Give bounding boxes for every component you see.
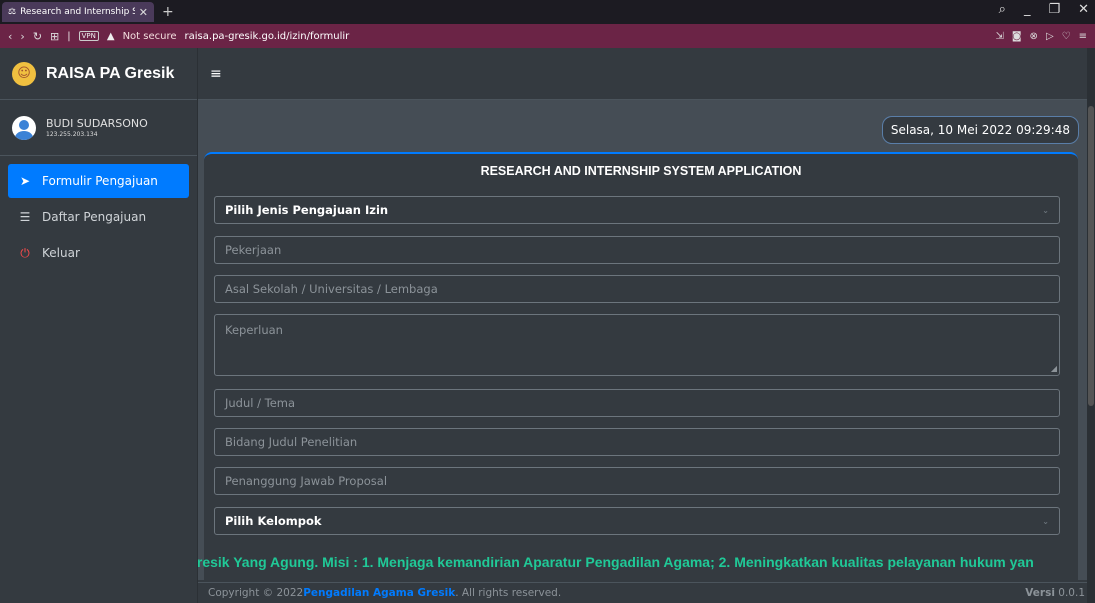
minimize-icon[interactable]: _ (1024, 2, 1031, 17)
asal-placeholder: Asal Sekolah / Universitas / Lembaga (225, 282, 438, 296)
kelompok-value: Pilih Kelompok (225, 514, 322, 528)
warning-icon: ▲ (106, 30, 115, 42)
sidebar-nav: ➤ Formulir Pengajuan ☰ Daftar Pengajuan … (0, 156, 197, 280)
sidebar-item-label: Daftar Pengajuan (42, 210, 147, 224)
security-label[interactable]: Not secure (123, 31, 177, 42)
sidebar: ☺ RAISA PA Gresik BUDI SUDARSONO 123.255… (0, 48, 198, 603)
search-icon[interactable]: ⌕ (999, 2, 1006, 17)
scrollbar-thumb[interactable] (1088, 106, 1094, 406)
judul-input[interactable]: Judul / Tema (214, 389, 1060, 417)
asal-sekolah-input[interactable]: Asal Sekolah / Universitas / Lembaga (214, 275, 1060, 303)
version-number: 0.0.1 (1058, 587, 1085, 599)
kelompok-select[interactable]: Pilih Kelompok ⌄ (214, 507, 1060, 535)
pekerjaan-input[interactable]: Pekerjaan (214, 236, 1060, 264)
tab-title: Research and Internship Sy (20, 7, 135, 17)
share-icon[interactable]: ⇲ (995, 31, 1003, 42)
user-name[interactable]: BUDI SUDARSONO (46, 117, 148, 130)
bidang-judul-input[interactable]: Bidang Judul Penelitian (214, 428, 1060, 456)
page-scrollbar[interactable] (1087, 48, 1095, 603)
footer: Copyright © 2022 Pengadilan Agama Gresik… (198, 582, 1095, 603)
brand-text: RAISA PA Gresik (46, 64, 175, 82)
new-tab-button[interactable]: + (162, 4, 174, 20)
jenis-izin-select[interactable]: Pilih Jenis Pengajuan Izin ⌄ (214, 196, 1060, 224)
sidebar-item-label: Keluar (42, 246, 80, 260)
url-field[interactable]: raisa.pa-gresik.go.id/izin/formulir (185, 31, 350, 42)
menu-icon[interactable]: ≡ (1079, 31, 1087, 42)
copyright-text: Copyright © 2022 (208, 587, 304, 599)
block-icon[interactable]: ⊗ (1030, 31, 1038, 42)
datetime-display: Selasa, 10 Mei 2022 09:29:48 (881, 116, 1079, 144)
address-actions: ⇲ ◙ ⊗ ▷ ♡ ≡ (995, 31, 1087, 42)
version-info: Versi 0.0.1 (1025, 587, 1085, 599)
footer-org-link[interactable]: Pengadilan Agama Gresik (303, 587, 455, 599)
jenis-izin-value: Pilih Jenis Pengajuan Izin (225, 203, 389, 217)
grid-icon[interactable]: ⊞ (50, 30, 59, 43)
back-icon[interactable]: ‹ (8, 30, 12, 43)
running-text: Gresik Yang Agung. Misi : 1. Menjaga kem… (198, 548, 1095, 576)
hamburger-menu-icon[interactable]: ≡ (210, 66, 222, 82)
play-icon[interactable]: ▷ (1046, 31, 1054, 42)
sidebar-item-daftar-pengajuan[interactable]: ☰ Daftar Pengajuan (8, 200, 189, 234)
brand-logo-icon: ☺ (12, 61, 36, 86)
avatar (12, 115, 36, 140)
list-icon: ☰ (19, 210, 31, 224)
chevron-down-icon: ⌄ (1042, 205, 1049, 215)
sidebar-item-formulir-pengajuan[interactable]: ➤ Formulir Pengajuan (8, 164, 189, 198)
forward-icon[interactable]: › (20, 30, 24, 43)
main-content: Selasa, 10 Mei 2022 09:29:48 RESEARCH AN… (198, 100, 1087, 580)
divider: | (67, 30, 71, 42)
chevron-down-icon: ⌄ (1042, 516, 1049, 526)
paper-plane-icon: ➤ (19, 174, 31, 188)
running-text-content: Gresik Yang Agung. Misi : 1. Menjaga kem… (198, 554, 1034, 570)
form-title: RESEARCH AND INTERNSHIP SYSTEM APPLICATI… (480, 164, 802, 178)
rights-text: . All rights reserved. (455, 587, 562, 599)
brand[interactable]: ☺ RAISA PA Gresik (0, 48, 197, 100)
keperluan-textarea[interactable]: Keperluan ◢ (214, 314, 1060, 376)
penanggung-jawab-input[interactable]: Penanggung Jawab Proposal (214, 467, 1060, 495)
site-favicon-icon: ⚖ (8, 7, 17, 17)
penanggung-placeholder: Penanggung Jawab Proposal (225, 474, 388, 488)
keperluan-placeholder: Keperluan (225, 323, 283, 337)
bidang-placeholder: Bidang Judul Penelitian (225, 435, 358, 449)
sidebar-item-label: Formulir Pengajuan (42, 174, 158, 188)
pekerjaan-placeholder: Pekerjaan (225, 243, 282, 257)
tab-close-icon[interactable]: ✕ (139, 6, 148, 19)
user-panel: BUDI SUDARSONO 123.255.203.134 (0, 100, 197, 156)
restore-icon[interactable]: ❐ (1048, 2, 1060, 17)
version-label: Versi (1025, 587, 1055, 599)
reload-icon[interactable]: ↻ (33, 30, 42, 43)
user-ip: 123.255.203.134 (46, 131, 98, 138)
vpn-badge[interactable]: VPN (78, 31, 99, 41)
close-icon[interactable]: ✕ (1078, 2, 1089, 17)
form-card: RESEARCH AND INTERNSHIP SYSTEM APPLICATI… (204, 152, 1078, 580)
browser-tabbar: ⚖ Research and Internship Sy ✕ + ⌕ _ ❐ ✕ (0, 0, 1095, 24)
power-icon: ⏻ (20, 245, 30, 260)
resize-handle-icon[interactable]: ◢ (1051, 364, 1057, 373)
sidebar-item-keluar[interactable]: ⏻ Keluar (8, 236, 189, 270)
window-controls: ⌕ _ ❐ ✕ (999, 2, 1089, 17)
address-bar: ‹ › ↻ ⊞ | VPN ▲ Not secure raisa.pa-gres… (0, 24, 1095, 48)
camera-icon[interactable]: ◙ (1012, 31, 1022, 42)
heart-icon[interactable]: ♡ (1062, 31, 1071, 42)
browser-tab[interactable]: ⚖ Research and Internship Sy ✕ (2, 2, 154, 22)
top-navbar: ≡ (198, 48, 1095, 100)
judul-placeholder: Judul / Tema (225, 396, 296, 410)
